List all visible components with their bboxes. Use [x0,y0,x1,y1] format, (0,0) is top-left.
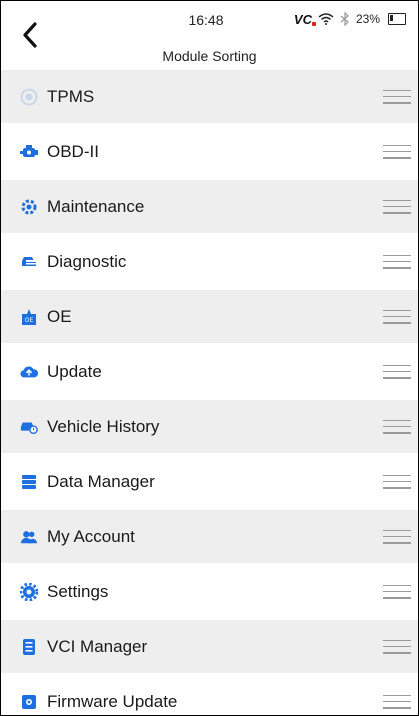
gear-icon [20,582,38,601]
module-row[interactable]: Diagnostic [1,235,418,288]
module-label: Update [47,361,102,381]
drag-handle-icon[interactable] [383,694,411,709]
module-row[interactable]: Update [1,345,418,398]
battery-icon [388,13,406,25]
module-label: Data Manager [47,471,155,491]
page-title: Module Sorting [162,48,257,64]
module-label: VCI Manager [47,636,148,656]
drag-handle-icon[interactable] [383,364,411,379]
module-row[interactable]: My Account [1,510,418,563]
vehicle-history-icon [20,418,38,436]
drag-handle-icon[interactable] [383,529,411,544]
drag-handle-icon[interactable] [383,254,411,269]
module-label: OBD-II [47,141,99,161]
firmware-update-icon [20,693,38,711]
module-label: OE [47,306,72,326]
drag-handle-icon[interactable] [383,144,411,159]
module-row[interactable]: OBD-II [1,125,418,178]
module-label: Maintenance [47,196,145,216]
module-label: Vehicle History [47,416,160,436]
module-row[interactable]: TPMS [1,70,418,123]
module-label: Diagnostic [47,251,127,271]
drag-handle-icon[interactable] [383,199,411,214]
tpms-icon [20,88,38,106]
oe-icon: OE [20,308,38,326]
cloud-upload-icon [20,363,38,381]
engine-icon [20,143,38,161]
drag-handle-icon[interactable] [383,639,411,654]
bluetooth-icon [340,12,349,26]
module-label: My Account [47,526,135,546]
car-diagnostic-icon [20,253,38,271]
module-row[interactable]: Maintenance [1,180,418,233]
module-label: Firmware Update [47,691,178,711]
chevron-left-icon [23,22,37,48]
module-list: TPMS OBD-II Maintenance Diagnostic OE OE Updat… [1,70,418,715]
module-row[interactable]: Firmware Update [1,675,418,715]
drag-handle-icon[interactable] [383,309,411,324]
drag-handle-icon[interactable] [383,89,411,104]
svg-text:OE: OE [25,317,34,324]
top-bar: 16:48 VC 23% Module Sorting [1,1,418,70]
module-row[interactable]: Settings [1,565,418,618]
drag-handle-icon[interactable] [383,474,411,489]
phone-screen: 16:48 VC 23% Module Sorting TPMS OBD-II Ma… [0,0,419,716]
drag-handle-icon[interactable] [383,584,411,599]
module-row[interactable]: Data Manager [1,455,418,508]
status-icons: VC 23% [294,10,406,28]
account-icon [20,528,38,546]
vci-manager-icon [20,638,38,656]
data-manager-icon [20,473,38,491]
vci-icon: VC [294,12,316,27]
module-row[interactable]: Vehicle History [1,400,418,453]
module-label: Settings [47,581,109,601]
drag-handle-icon[interactable] [383,419,411,434]
battery-percent: 23% [355,12,380,26]
status-time: 16:48 [188,12,224,28]
module-label: TPMS [47,86,95,106]
wrench-gear-icon [20,198,38,216]
wifi-icon [318,13,334,25]
module-row[interactable]: OE OE [1,290,418,343]
module-row[interactable]: VCI Manager [1,620,418,673]
